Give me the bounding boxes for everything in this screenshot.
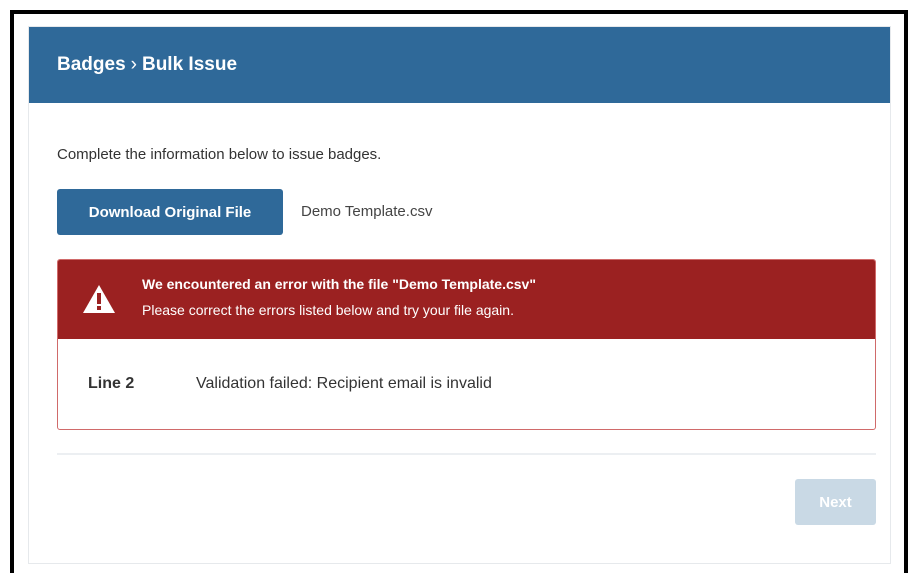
error-panel: We encountered an error with the file "D… [57,259,876,430]
breadcrumb-separator: › [130,54,137,75]
intro-text: Complete the information below to issue … [57,146,382,163]
error-banner: We encountered an error with the file "D… [58,260,875,339]
card-header: Badges › Bulk Issue [29,27,890,103]
bulk-issue-card: Badges › Bulk Issue Complete the informa… [28,26,891,564]
error-row: Line 2 Validation failed: Recipient emai… [58,339,875,429]
footer-divider [57,453,876,455]
error-line-number: Line 2 [88,375,135,392]
warning-icon [83,285,115,313]
error-title: We encountered an error with the file "D… [142,276,536,292]
next-button[interactable]: Next [795,479,876,525]
window-frame: Badges › Bulk Issue Complete the informa… [10,10,908,573]
breadcrumb-badges[interactable]: Badges [57,54,126,76]
uploaded-filename: Demo Template.csv [301,203,433,220]
error-line-message: Validation failed: Recipient email is in… [196,375,492,392]
download-original-file-button[interactable]: Download Original File [57,189,283,235]
breadcrumb-bulk-issue: Bulk Issue [141,54,238,75]
error-message: Please correct the errors listed below a… [142,302,514,318]
